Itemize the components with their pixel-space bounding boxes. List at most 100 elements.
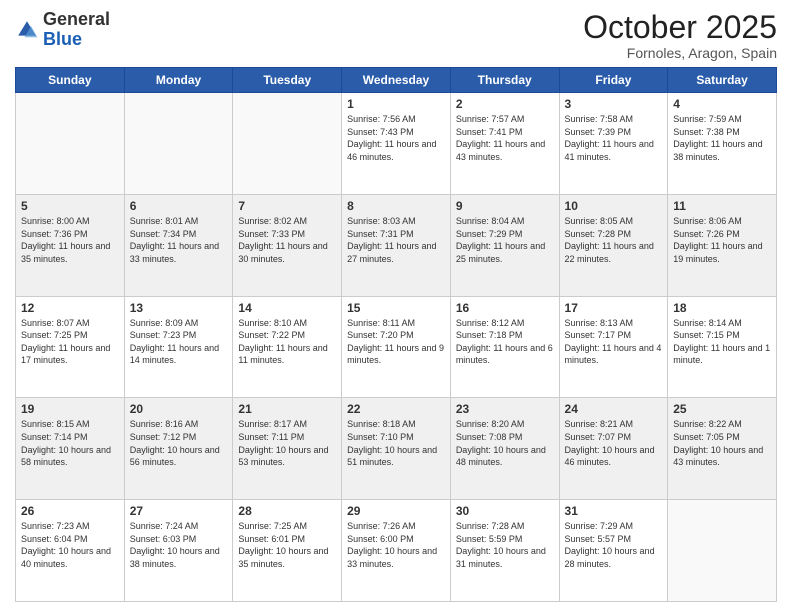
day-number: 28 [238, 504, 336, 518]
day-info: Sunrise: 8:03 AM Sunset: 7:31 PM Dayligh… [347, 215, 445, 265]
day-number: 20 [130, 402, 228, 416]
day-number: 29 [347, 504, 445, 518]
day-number: 5 [21, 199, 119, 213]
day-number: 10 [565, 199, 663, 213]
day-info: Sunrise: 8:20 AM Sunset: 7:08 PM Dayligh… [456, 418, 554, 468]
col-saturday: Saturday [668, 68, 777, 93]
day-info: Sunrise: 7:26 AM Sunset: 6:00 PM Dayligh… [347, 520, 445, 570]
day-number: 22 [347, 402, 445, 416]
calendar-day-cell: 18 Sunrise: 8:14 AM Sunset: 7:15 PM Dayli… [668, 296, 777, 398]
calendar-day-cell: 30 Sunrise: 7:28 AM Sunset: 5:59 PM Dayli… [450, 500, 559, 602]
day-info: Sunrise: 8:05 AM Sunset: 7:28 PM Dayligh… [565, 215, 663, 265]
col-sunday: Sunday [16, 68, 125, 93]
calendar-week-row: 5 Sunrise: 8:00 AM Sunset: 7:36 PM Daylig… [16, 194, 777, 296]
calendar-week-row: 12Sunrise: 8:07 AM Sunset: 7:25 PM Dayli… [16, 296, 777, 398]
day-info: Sunrise: 8:16 AM Sunset: 7:12 PM Dayligh… [130, 418, 228, 468]
day-info: Sunrise: 7:58 AM Sunset: 7:39 PM Dayligh… [565, 113, 663, 163]
day-number: 14 [238, 301, 336, 315]
calendar-day-cell: 23 Sunrise: 8:20 AM Sunset: 7:08 PM Dayli… [450, 398, 559, 500]
calendar-day-cell: 24Sunrise: 8:21 AM Sunset: 7:07 PM Dayli… [559, 398, 668, 500]
calendar-week-row: 19Sunrise: 8:15 AM Sunset: 7:14 PM Dayli… [16, 398, 777, 500]
day-number: 3 [565, 97, 663, 111]
calendar-day-cell: 27 Sunrise: 7:24 AM Sunset: 6:03 PM Dayli… [124, 500, 233, 602]
day-number: 2 [456, 97, 554, 111]
calendar: Sunday Monday Tuesday Wednesday Thursday… [15, 67, 777, 602]
calendar-day-cell: 28 Sunrise: 7:25 AM Sunset: 6:01 PM Dayli… [233, 500, 342, 602]
calendar-header-row: Sunday Monday Tuesday Wednesday Thursday… [16, 68, 777, 93]
day-info: Sunrise: 7:25 AM Sunset: 6:01 PM Dayligh… [238, 520, 336, 570]
calendar-day-cell: 16 Sunrise: 8:12 AM Sunset: 7:18 PM Dayli… [450, 296, 559, 398]
day-number: 8 [347, 199, 445, 213]
day-info: Sunrise: 8:06 AM Sunset: 7:26 PM Dayligh… [673, 215, 771, 265]
calendar-day-cell: 11 Sunrise: 8:06 AM Sunset: 7:26 PM Dayli… [668, 194, 777, 296]
day-number: 18 [673, 301, 771, 315]
day-info: Sunrise: 8:14 AM Sunset: 7:15 PM Dayligh… [673, 317, 771, 367]
day-info: Sunrise: 7:28 AM Sunset: 5:59 PM Dayligh… [456, 520, 554, 570]
day-info: Sunrise: 7:24 AM Sunset: 6:03 PM Dayligh… [130, 520, 228, 570]
logo: General Blue [15, 10, 110, 50]
calendar-day-cell: 4Sunrise: 7:59 AM Sunset: 7:38 PM Daylig… [668, 93, 777, 195]
day-number: 9 [456, 199, 554, 213]
day-info: Sunrise: 8:11 AM Sunset: 7:20 PM Dayligh… [347, 317, 445, 367]
logo-general: General [43, 9, 110, 29]
location-subtitle: Fornoles, Aragon, Spain [583, 45, 777, 61]
calendar-day-cell: 19Sunrise: 8:15 AM Sunset: 7:14 PM Dayli… [16, 398, 125, 500]
day-number: 4 [673, 97, 771, 111]
day-number: 27 [130, 504, 228, 518]
day-number: 11 [673, 199, 771, 213]
calendar-day-cell: 6 Sunrise: 8:01 AM Sunset: 7:34 PM Daylig… [124, 194, 233, 296]
logo-icon [15, 18, 39, 42]
day-info: Sunrise: 8:13 AM Sunset: 7:17 PM Dayligh… [565, 317, 663, 367]
calendar-day-cell: 12Sunrise: 8:07 AM Sunset: 7:25 PM Dayli… [16, 296, 125, 398]
day-info: Sunrise: 8:10 AM Sunset: 7:22 PM Dayligh… [238, 317, 336, 367]
day-info: Sunrise: 8:15 AM Sunset: 7:14 PM Dayligh… [21, 418, 119, 468]
day-info: Sunrise: 8:09 AM Sunset: 7:23 PM Dayligh… [130, 317, 228, 367]
day-number: 25 [673, 402, 771, 416]
day-info: Sunrise: 8:22 AM Sunset: 7:05 PM Dayligh… [673, 418, 771, 468]
calendar-day-cell: 29 Sunrise: 7:26 AM Sunset: 6:00 PM Dayli… [342, 500, 451, 602]
calendar-week-row: 26Sunrise: 7:23 AM Sunset: 6:04 PM Dayli… [16, 500, 777, 602]
calendar-day-cell: 5 Sunrise: 8:00 AM Sunset: 7:36 PM Daylig… [16, 194, 125, 296]
title-block: October 2025 Fornoles, Aragon, Spain [583, 10, 777, 61]
calendar-day-cell [668, 500, 777, 602]
day-info: Sunrise: 8:01 AM Sunset: 7:34 PM Dayligh… [130, 215, 228, 265]
calendar-day-cell: 31Sunrise: 7:29 AM Sunset: 5:57 PM Dayli… [559, 500, 668, 602]
calendar-day-cell: 21 Sunrise: 8:17 AM Sunset: 7:11 PM Dayli… [233, 398, 342, 500]
calendar-day-cell: 13Sunrise: 8:09 AM Sunset: 7:23 PM Dayli… [124, 296, 233, 398]
calendar-day-cell: 9Sunrise: 8:04 AM Sunset: 7:29 PM Daylig… [450, 194, 559, 296]
day-info: Sunrise: 7:29 AM Sunset: 5:57 PM Dayligh… [565, 520, 663, 570]
day-number: 21 [238, 402, 336, 416]
day-number: 16 [456, 301, 554, 315]
logo-text: General Blue [43, 10, 110, 50]
calendar-day-cell: 20 Sunrise: 8:16 AM Sunset: 7:12 PM Dayli… [124, 398, 233, 500]
logo-blue: Blue [43, 29, 82, 49]
calendar-day-cell: 1Sunrise: 7:56 AM Sunset: 7:43 PM Daylig… [342, 93, 451, 195]
day-info: Sunrise: 8:18 AM Sunset: 7:10 PM Dayligh… [347, 418, 445, 468]
day-number: 7 [238, 199, 336, 213]
calendar-day-cell: 26Sunrise: 7:23 AM Sunset: 6:04 PM Dayli… [16, 500, 125, 602]
calendar-day-cell: 17 Sunrise: 8:13 AM Sunset: 7:17 PM Dayli… [559, 296, 668, 398]
day-number: 30 [456, 504, 554, 518]
calendar-day-cell: 25 Sunrise: 8:22 AM Sunset: 7:05 PM Dayli… [668, 398, 777, 500]
calendar-day-cell: 15Sunrise: 8:11 AM Sunset: 7:20 PM Dayli… [342, 296, 451, 398]
calendar-day-cell [16, 93, 125, 195]
calendar-day-cell [124, 93, 233, 195]
col-wednesday: Wednesday [342, 68, 451, 93]
day-number: 1 [347, 97, 445, 111]
header: General Blue October 2025 Fornoles, Arag… [15, 10, 777, 61]
day-info: Sunrise: 8:12 AM Sunset: 7:18 PM Dayligh… [456, 317, 554, 367]
calendar-day-cell: 7 Sunrise: 8:02 AM Sunset: 7:33 PM Daylig… [233, 194, 342, 296]
col-tuesday: Tuesday [233, 68, 342, 93]
calendar-day-cell: 14 Sunrise: 8:10 AM Sunset: 7:22 PM Dayli… [233, 296, 342, 398]
day-number: 17 [565, 301, 663, 315]
day-number: 6 [130, 199, 228, 213]
day-number: 23 [456, 402, 554, 416]
day-info: Sunrise: 8:02 AM Sunset: 7:33 PM Dayligh… [238, 215, 336, 265]
calendar-day-cell [233, 93, 342, 195]
calendar-week-row: 1Sunrise: 7:56 AM Sunset: 7:43 PM Daylig… [16, 93, 777, 195]
calendar-day-cell: 3 Sunrise: 7:58 AM Sunset: 7:39 PM Daylig… [559, 93, 668, 195]
day-info: Sunrise: 8:17 AM Sunset: 7:11 PM Dayligh… [238, 418, 336, 468]
month-title: October 2025 [583, 10, 777, 45]
day-info: Sunrise: 8:00 AM Sunset: 7:36 PM Dayligh… [21, 215, 119, 265]
calendar-day-cell: 2Sunrise: 7:57 AM Sunset: 7:41 PM Daylig… [450, 93, 559, 195]
